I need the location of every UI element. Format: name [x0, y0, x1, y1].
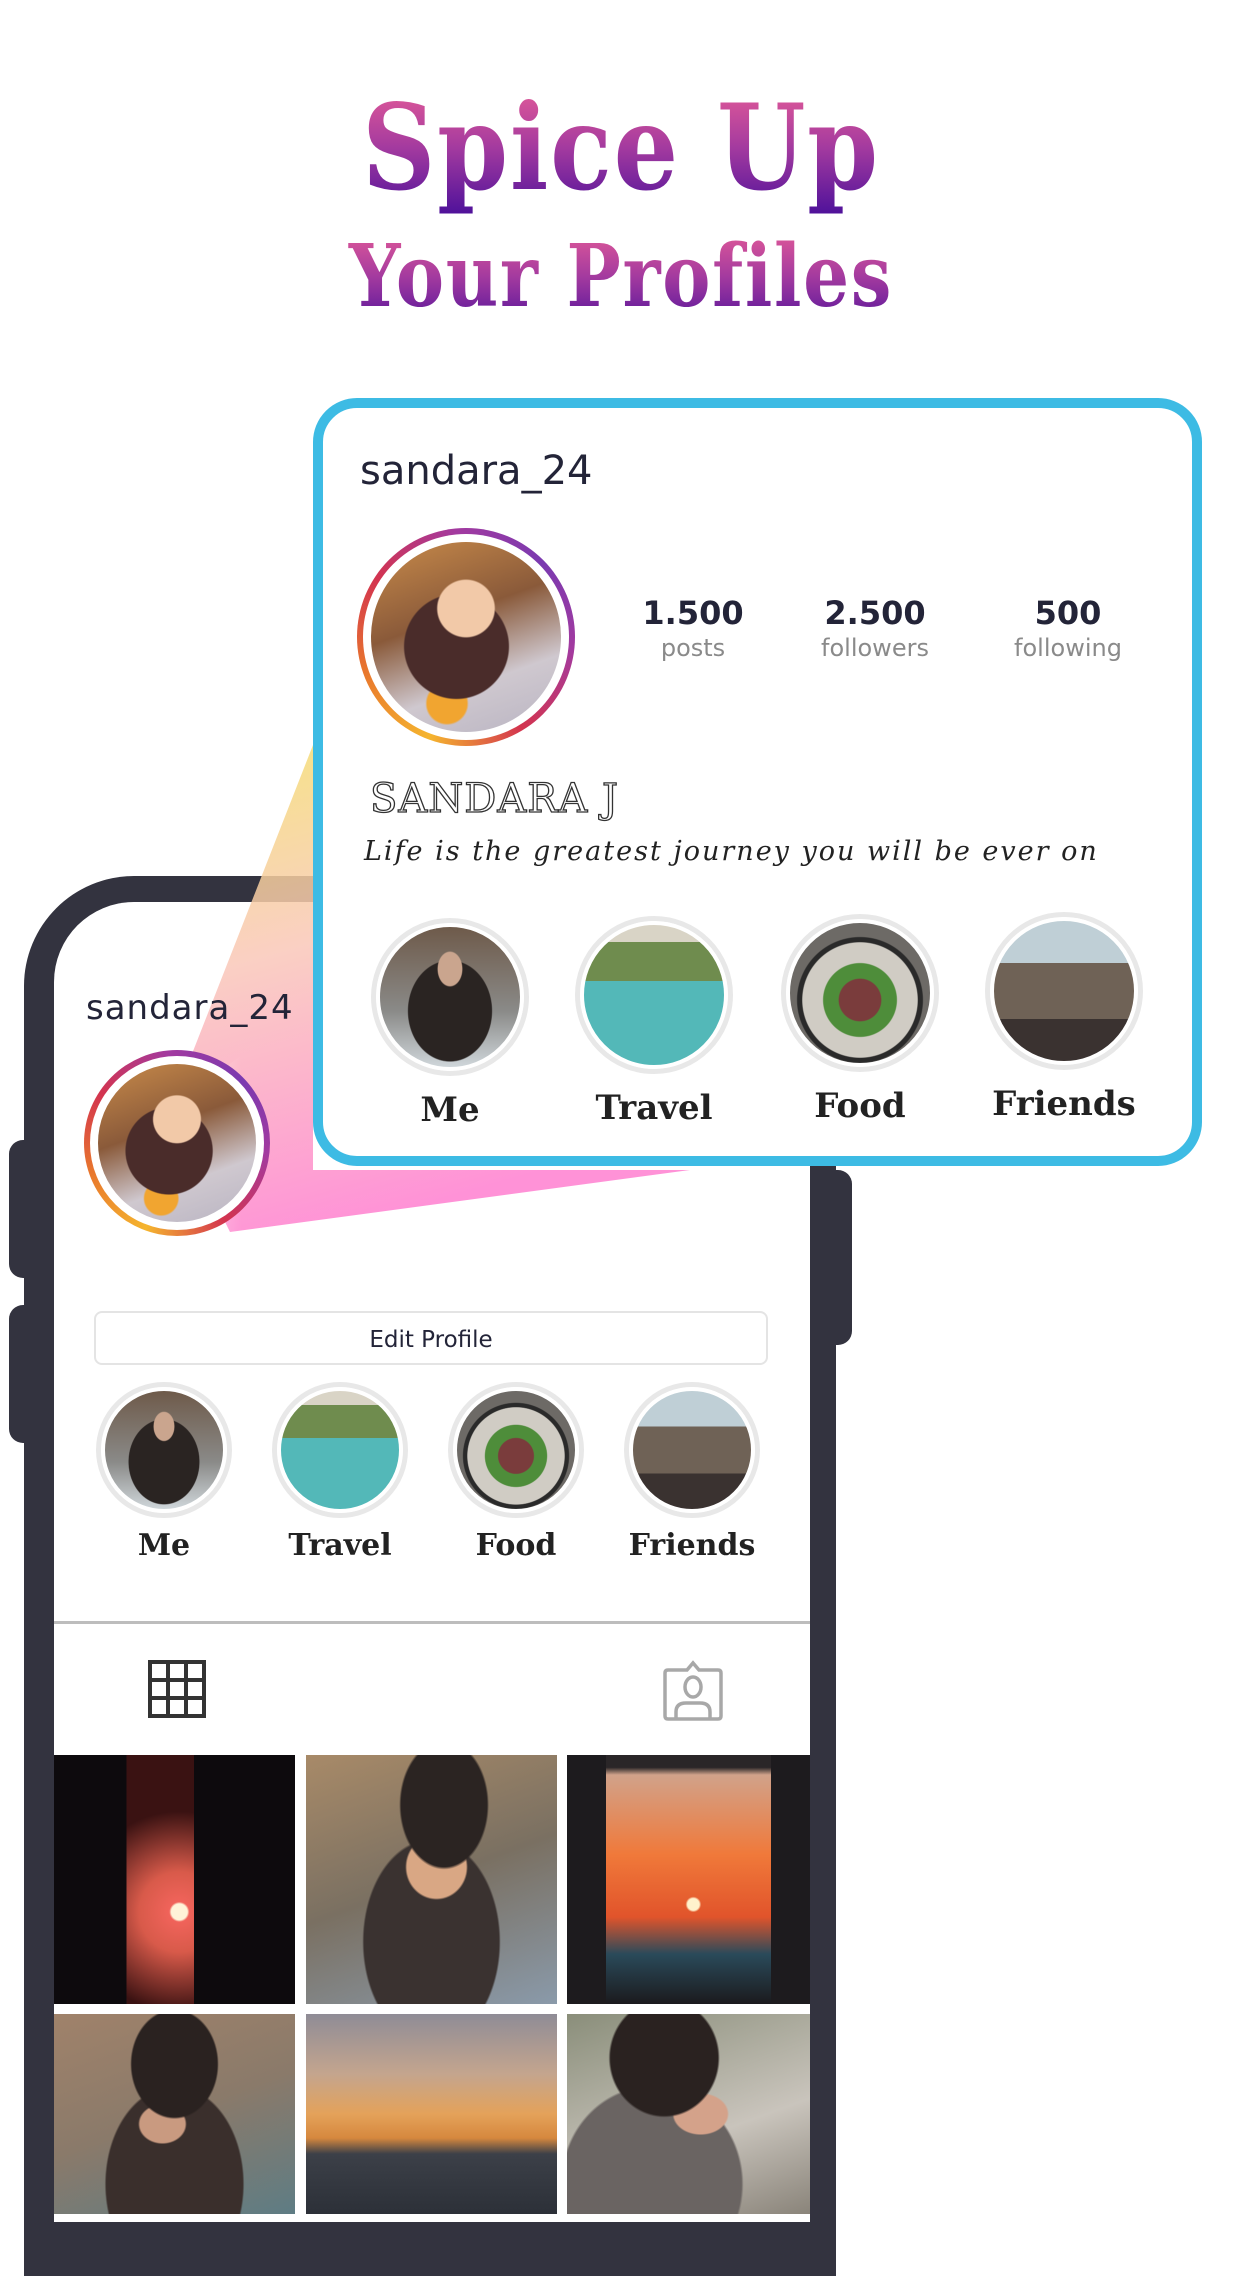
full-name: SANDARA J	[369, 775, 619, 822]
phone-username: sandara_24	[86, 988, 294, 1028]
phone-highlight-friends[interactable]: Friends	[622, 1382, 762, 1563]
profile-photo	[98, 1064, 256, 1222]
phone-highlight-me[interactable]: Me	[94, 1382, 234, 1563]
card-highlight-friends[interactable]: Friends	[984, 912, 1144, 1124]
highlight-label: Me	[137, 1528, 191, 1563]
card-highlight-travel[interactable]: Travel	[574, 916, 734, 1128]
highlight-image-travel	[277, 1387, 403, 1513]
tagged-person-icon[interactable]	[662, 1660, 724, 1722]
grid-icon[interactable]	[148, 1660, 206, 1718]
section-divider	[54, 1621, 810, 1624]
highlight-label: Me	[420, 1090, 480, 1130]
highlight-image-food	[786, 919, 934, 1067]
post-thumbnail[interactable]	[54, 1755, 295, 2004]
card-profile-avatar[interactable]	[357, 528, 575, 746]
stat-label: following	[1014, 634, 1122, 662]
stat-value: 500	[1034, 594, 1102, 632]
card-highlight-me[interactable]: Me	[370, 918, 530, 1130]
stat-value: 1.500	[642, 594, 744, 632]
stat-following[interactable]: 500 following	[978, 594, 1158, 662]
highlight-label: Food	[814, 1086, 906, 1126]
highlight-image-travel	[580, 921, 728, 1069]
phone-profile-avatar[interactable]	[84, 1050, 270, 1236]
edit-profile-button[interactable]: Edit Profile	[94, 1311, 768, 1365]
highlight-image-food	[453, 1387, 579, 1513]
profile-photo	[371, 542, 561, 732]
highlight-image-friends	[990, 917, 1138, 1065]
card-highlight-food[interactable]: Food	[780, 914, 940, 1126]
stat-label: followers	[821, 634, 929, 662]
stat-label: posts	[660, 634, 726, 662]
highlight-label: Travel	[288, 1528, 392, 1563]
post-thumbnail[interactable]	[306, 1755, 557, 2004]
highlight-image-friends	[629, 1387, 755, 1513]
card-username: sandara_24	[360, 448, 593, 494]
stat-followers[interactable]: 2.500 followers	[785, 594, 965, 662]
post-thumbnail[interactable]	[54, 2014, 295, 2214]
post-thumbnail[interactable]	[567, 1755, 810, 2004]
highlight-label: Friends	[992, 1084, 1136, 1124]
stat-value: 2.500	[824, 594, 926, 632]
headline-line-1: Spice Up	[87, 78, 1155, 218]
bio-text: Life is the greatest journey you will be…	[364, 836, 1099, 867]
post-thumbnail[interactable]	[306, 2014, 557, 2214]
highlight-label: Travel	[595, 1088, 713, 1128]
phone-highlight-travel[interactable]: Travel	[270, 1382, 410, 1563]
stat-posts[interactable]: 1.500 posts	[603, 594, 783, 662]
highlight-label: Friends	[628, 1528, 756, 1563]
post-thumbnail[interactable]	[567, 2014, 810, 2214]
headline-line-2: Your Profiles	[99, 222, 1142, 332]
highlight-image-me	[101, 1387, 227, 1513]
phone-highlight-food[interactable]: Food	[446, 1382, 586, 1563]
highlight-image-me	[376, 923, 524, 1071]
highlight-label: Food	[475, 1528, 557, 1563]
